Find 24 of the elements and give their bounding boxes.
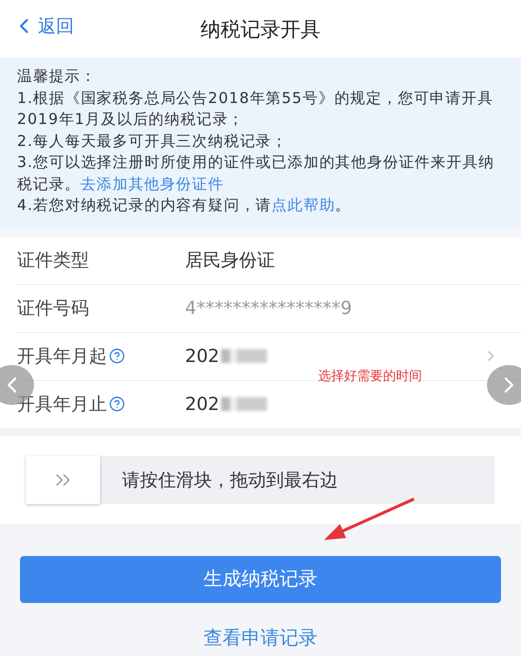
notice-title: 温馨提示： xyxy=(17,66,98,87)
notice-item: 4.若您对纳税记录的内容有疑问，请点此帮助。 xyxy=(17,195,352,216)
page-title: 纳税记录开具 xyxy=(200,16,320,42)
generate-button[interactable]: 生成纳税记录 xyxy=(20,556,501,602)
notice-item: 2.每人每天最多可开具三次纳税记录； xyxy=(17,130,289,152)
field-label: 开具年月起 xyxy=(17,345,107,368)
notice-link[interactable]: 点此帮助 xyxy=(272,196,336,214)
records-link[interactable]: 查看申请记录 xyxy=(0,624,521,650)
slider-hint: 请按住滑块，拖动到最右边 xyxy=(122,468,338,492)
back-button[interactable]: 返回 xyxy=(12,14,74,38)
field-value: 居民身份证 xyxy=(185,249,275,272)
slider-handle[interactable] xyxy=(26,456,100,504)
field-label: 开具年月止 xyxy=(17,393,107,416)
help-icon[interactable] xyxy=(109,348,125,364)
help-icon[interactable] xyxy=(109,396,125,412)
notice-item: 1.根据《国家税务总局公告2018年第55号》的规定，您可申请开具2019年1月及以后的纳税记录； xyxy=(17,88,494,130)
annotation-text: 选择好需要的时间 xyxy=(318,368,422,385)
field-value[interactable]: 202 xyxy=(185,346,220,366)
field-label: 证件类型 xyxy=(17,249,89,272)
field-value: 4****************9 xyxy=(185,298,352,318)
field-value[interactable]: 202 xyxy=(185,394,220,414)
field-label: 证件号码 xyxy=(17,297,89,320)
notice-item: 3.您可以选择注册时所使用的证件或已添加的其他身份证件来开具纳税记录。去添加其他身份证件 xyxy=(17,152,496,194)
notice-link[interactable]: 去添加其他身份证件 xyxy=(80,174,224,192)
